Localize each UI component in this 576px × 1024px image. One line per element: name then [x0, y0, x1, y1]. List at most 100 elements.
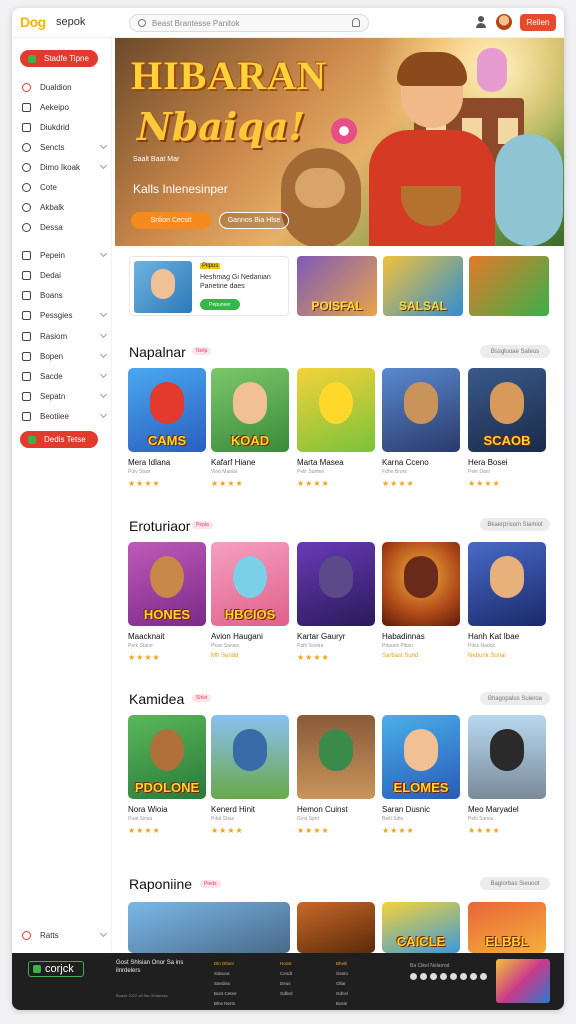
- circle-icon: [22, 182, 31, 192]
- footer-link[interactable]: Cendt: [280, 969, 293, 979]
- sidebar-item-2[interactable]: Aekeipo: [22, 100, 108, 114]
- footer-logo[interactable]: corjck: [28, 961, 84, 977]
- sidebar-cta-top[interactable]: Stadfe Tipne: [20, 50, 98, 67]
- section-tag: Pepla: [192, 521, 213, 529]
- footer-link[interactable]: Gesto: [336, 969, 348, 979]
- footer-link[interactable]: Deus: [280, 979, 293, 989]
- game-card[interactable]: Hemon Cuinst Gvst Spnt ★★★★: [297, 715, 375, 835]
- footer-link[interactable]: Blne Nerts: [214, 999, 237, 1009]
- pen-icon: [22, 122, 31, 132]
- game-card[interactable]: ELOMES Saran Dusnic Beltl Sdts ★★★★: [382, 715, 460, 835]
- social-icon[interactable]: [450, 973, 457, 980]
- sidebar-item-3[interactable]: Diukdrid: [22, 120, 108, 134]
- game-card[interactable]: Kenerd Hinit Pdat Sbas ★★★★: [211, 715, 289, 835]
- game-card[interactable]: Marta Masea Pelir Sunten ★★★★: [297, 368, 375, 488]
- social-icon[interactable]: [480, 973, 487, 980]
- game-card[interactable]: Habadinnas Pdaunk Pikan Sarbast Sund: [382, 542, 460, 659]
- social-icon[interactable]: [470, 973, 477, 980]
- hero-banner[interactable]: HIBARAN Nbaiqa! Saalt Baat Mar Kalls Inl…: [115, 38, 564, 246]
- game-card[interactable]: HONES Maacknait Perk Stane ★★★★: [128, 542, 206, 662]
- person-icon[interactable]: [475, 16, 487, 28]
- sidebar-item-14[interactable]: Bopen: [22, 349, 108, 363]
- game-card[interactable]: HBCIOS Avion Haugani Pkan Sanias Mh Sund…: [211, 542, 289, 659]
- game-subtitle: Perk Stane: [128, 643, 153, 649]
- social-icon[interactable]: [460, 973, 467, 980]
- footer-link[interactable]: Gdbrd: [280, 989, 293, 999]
- game-name: Maacknait: [128, 632, 165, 641]
- game-card[interactable]: Hanh Kat Ibae Pdss Naduk Nebunk Sunal: [468, 542, 546, 659]
- footer-link[interactable]: Bunt Cetee: [214, 989, 237, 999]
- bell-icon[interactable]: [352, 18, 360, 27]
- avatar[interactable]: [496, 14, 512, 30]
- social-icon[interactable]: [430, 973, 437, 980]
- game-thumbnail: [468, 542, 546, 626]
- see-all-button[interactable]: Bssgluoae Sateus: [480, 345, 550, 358]
- sidebar-item-5[interactable]: Dimo Ikoak: [22, 160, 108, 174]
- sidebar-cta-bottom[interactable]: Dedis Tetse: [20, 431, 98, 448]
- sidebar-item-4[interactable]: Sencts: [22, 140, 108, 154]
- game-card[interactable]: SCAOB Hera Bosei Pelir Danl ★★★★: [468, 368, 546, 488]
- sidebar-item-6[interactable]: Cote: [22, 180, 108, 194]
- chevron-down-icon: [99, 390, 108, 399]
- rating-stars: ★★★★: [128, 479, 161, 488]
- footer-link[interactable]: Sandiss: [214, 979, 237, 989]
- footer-promo-image[interactable]: [496, 959, 550, 1003]
- sidebar-item-15[interactable]: Sacde: [22, 369, 108, 383]
- social-icon[interactable]: [410, 973, 417, 980]
- cta-icon: [28, 435, 36, 444]
- sidebar-item-7[interactable]: Akbalk: [22, 200, 108, 214]
- game-card[interactable]: KOAD Kafarf Hiane Vino Manlar ★★★★: [211, 368, 289, 488]
- game-thumbnail: HONES: [128, 542, 206, 626]
- game-card[interactable]: PDOLONE Nora Wioia Puat Sinsa ★★★★: [128, 715, 206, 835]
- game-card[interactable]: Kartar Gauryr Pafn Sontra ★★★★: [297, 542, 375, 662]
- hero-title: HIBARAN: [131, 53, 327, 98]
- social-links: [410, 973, 487, 980]
- sidebar-item-17[interactable]: Beotiiee: [22, 409, 108, 423]
- game-card[interactable]: CAMS Mera Idlana Pulv Stasr ★★★★: [128, 368, 206, 488]
- sidebar-item-10[interactable]: Dedai: [22, 268, 108, 282]
- promo-image: [134, 261, 192, 313]
- sidebar-item-1[interactable]: Dualdion: [22, 80, 108, 94]
- see-all-button[interactable]: Bagiorbas Sieuoot: [480, 877, 550, 890]
- rating-stars: ★★★★: [297, 479, 330, 488]
- search-input[interactable]: Beast Brantesse Panitok: [129, 14, 369, 32]
- hero-secondary-button[interactable]: Gannos Bia Hlse: [219, 212, 289, 229]
- footer-link[interactable]: Ollar: [336, 979, 348, 989]
- footer-link[interactable]: Gdnsl: [336, 989, 348, 999]
- sidebar-item-bottom[interactable]: Ratts: [22, 928, 108, 942]
- game-thumbnail: CAMS: [128, 368, 206, 452]
- sidebar-item-8[interactable]: Dessa: [22, 220, 108, 234]
- box-icon: [22, 351, 31, 361]
- promo-thumb-2[interactable]: SALSAL: [383, 256, 463, 316]
- footer-link[interactable]: Bosie: [336, 999, 348, 1009]
- social-icon[interactable]: [420, 973, 427, 980]
- game-card[interactable]: Karna Cceno Fdhe Brunt ★★★★: [382, 368, 460, 488]
- sidebar-item-12[interactable]: Pessgies: [22, 308, 108, 322]
- sidebar-item-13[interactable]: Rasiom: [22, 329, 108, 343]
- game-card[interactable]: [297, 902, 375, 953]
- sidebar-item-11[interactable]: Boans: [22, 288, 108, 302]
- hero-primary-button[interactable]: Snlion Cecsit: [131, 212, 211, 229]
- ball-image: [331, 118, 357, 144]
- cta-label: Dedis Tetse: [44, 435, 86, 444]
- promo-thumb-1[interactable]: POISFAL: [297, 256, 377, 316]
- promo-button[interactable]: Pepuneer: [200, 299, 240, 310]
- promo-card[interactable]: Piipus Heshmag Gi Nedanian Panetine daes…: [129, 256, 289, 316]
- see-all-button[interactable]: Bkaerprisom Siamiot: [480, 518, 550, 531]
- social-icon[interactable]: [440, 973, 447, 980]
- sidebar-item-16[interactable]: Sepatn: [22, 389, 108, 403]
- game-card[interactable]: [128, 902, 290, 953]
- see-all-button[interactable]: Bhagopalus Suieroa: [480, 692, 550, 705]
- game-card[interactable]: CAICLE: [382, 902, 460, 953]
- sidebar-item-label: Dualdion: [40, 82, 72, 92]
- rating-text: Sarbast Sund: [382, 653, 419, 659]
- promo-thumb-3[interactable]: [469, 256, 549, 316]
- header-action-button[interactable]: Rellen: [520, 14, 556, 31]
- teddy-bear-image: [281, 148, 361, 246]
- sidebar-item-label: Sencts: [40, 142, 65, 152]
- logo[interactable]: Dog: [20, 14, 46, 30]
- footer-link[interactable]: Sdeuoa: [214, 969, 237, 979]
- game-card[interactable]: ELBBL: [468, 902, 546, 953]
- sidebar-item-9[interactable]: Pepein: [22, 248, 108, 262]
- game-card[interactable]: Meo Maryadel Pelti Sumia ★★★★: [468, 715, 546, 835]
